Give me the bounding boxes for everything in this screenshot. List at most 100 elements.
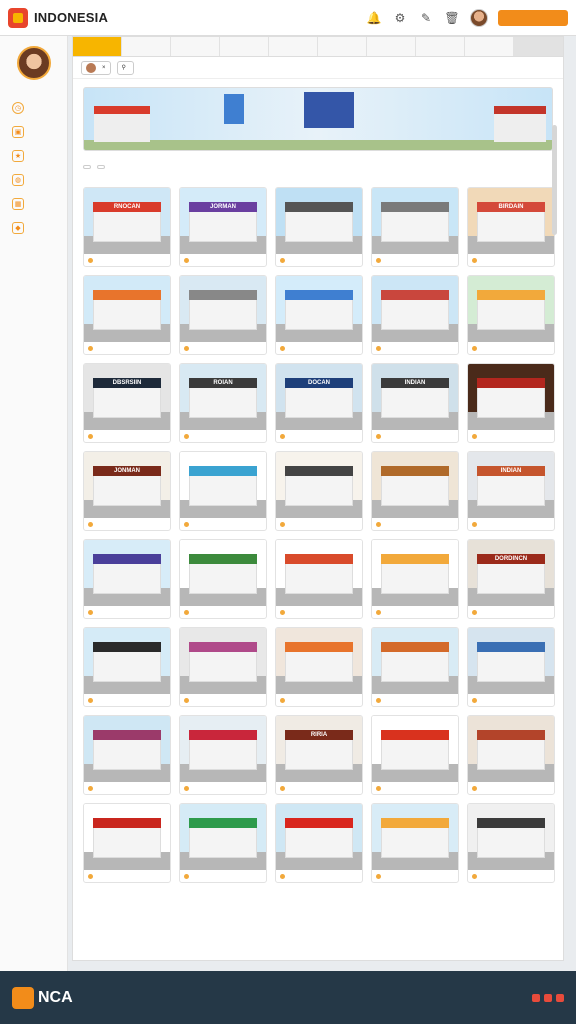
gear-icon[interactable]: ⚙	[392, 10, 408, 26]
tab-action-button[interactable]	[514, 37, 563, 56]
store-card[interactable]	[275, 187, 363, 267]
sidebar-item[interactable]: ★	[0, 146, 67, 166]
store-card[interactable]	[467, 363, 555, 443]
store-sign	[476, 290, 546, 300]
store-card[interactable]	[179, 627, 267, 707]
store-card[interactable]	[83, 275, 171, 355]
store-card[interactable]: JONMAN	[83, 451, 171, 531]
store-card[interactable]	[275, 627, 363, 707]
sort-option[interactable]	[83, 165, 91, 169]
store-card[interactable]	[371, 803, 459, 883]
grid-row: RIRIA	[83, 715, 555, 795]
store-card[interactable]	[371, 539, 459, 619]
store-card[interactable]	[371, 275, 459, 355]
store-card[interactable]	[179, 451, 267, 531]
tab-item[interactable]	[269, 37, 318, 56]
card-caption	[276, 518, 362, 530]
rating-icon	[280, 609, 285, 615]
bell-icon[interactable]: 🔔	[366, 10, 382, 26]
store-thumbnail	[276, 804, 362, 870]
store-sign	[284, 466, 354, 476]
store-card[interactable]	[179, 539, 267, 619]
store-sign	[284, 818, 354, 828]
store-card[interactable]	[371, 627, 459, 707]
store-card[interactable]	[179, 803, 267, 883]
social-icon[interactable]	[544, 993, 552, 1002]
tab-item[interactable]	[367, 37, 416, 56]
tab-item[interactable]	[122, 37, 171, 56]
store-card[interactable]: INDIAN	[467, 451, 555, 531]
social-icon[interactable]	[556, 993, 564, 1002]
store-card[interactable]	[467, 803, 555, 883]
social-icon[interactable]	[532, 993, 540, 1002]
store-card[interactable]: ROIAN	[179, 363, 267, 443]
store-card[interactable]	[83, 803, 171, 883]
banner-store	[304, 92, 354, 128]
pen-icon[interactable]: ✎	[418, 10, 434, 26]
row-label	[83, 355, 555, 363]
store-grid: RNOCAN JORMAN BIRDAIN DBSRSIIN ROIAN DOCAN IND…	[83, 179, 555, 883]
hero-banner[interactable]	[83, 87, 553, 151]
search-chip[interactable]: ⚲	[116, 60, 134, 75]
store-card[interactable]	[467, 715, 555, 795]
tab-item[interactable]	[171, 37, 220, 56]
close-icon[interactable]: ×	[102, 65, 106, 71]
store-sign	[188, 466, 258, 476]
tab-item[interactable]	[220, 37, 269, 56]
sidebar-item[interactable]: ◍	[0, 170, 67, 190]
store-card[interactable]: DBSRSIIN	[83, 363, 171, 443]
store-sign: JONMAN	[92, 466, 162, 476]
store-card[interactable]	[371, 715, 459, 795]
store-card[interactable]: RIRIA	[275, 715, 363, 795]
store-card[interactable]	[83, 539, 171, 619]
profile-avatar[interactable]	[16, 46, 51, 80]
tab-item[interactable]	[416, 37, 465, 56]
store-card[interactable]	[179, 715, 267, 795]
store-card[interactable]	[371, 451, 459, 531]
store-card[interactable]: DORDINCN	[467, 539, 555, 619]
store-sign	[92, 818, 162, 828]
camera-icon: ▣	[12, 126, 24, 138]
sort-option[interactable]	[97, 165, 105, 169]
store-card[interactable]	[275, 451, 363, 531]
store-card[interactable]: INDIAN	[371, 363, 459, 443]
rating-icon	[280, 521, 285, 527]
store-card[interactable]: JORMAN	[179, 187, 267, 267]
store-sign	[380, 642, 450, 652]
storefront	[92, 736, 162, 770]
storefront	[476, 824, 546, 858]
tab-item[interactable]	[318, 37, 367, 56]
storefront	[92, 208, 162, 242]
store-thumbnail: RIRIA	[276, 716, 362, 782]
store-thumbnail: DOCAN	[276, 364, 362, 430]
store-card[interactable]	[83, 715, 171, 795]
store-card[interactable]	[467, 627, 555, 707]
tab-item[interactable]	[73, 37, 122, 56]
trash-icon[interactable]: 🗑	[444, 10, 460, 26]
store-card[interactable]: RNOCAN	[83, 187, 171, 267]
avatar[interactable]	[470, 8, 488, 27]
store-card[interactable]: BIRDAIN	[467, 187, 555, 267]
store-sign: INDIAN	[380, 378, 450, 388]
sidebar-item[interactable]: ◷	[0, 98, 67, 118]
store-card[interactable]	[467, 275, 555, 355]
rating-icon	[280, 345, 285, 351]
store-card[interactable]: DOCAN	[275, 363, 363, 443]
store-card[interactable]	[83, 627, 171, 707]
header-cta-button[interactable]	[498, 9, 568, 26]
store-card[interactable]	[275, 539, 363, 619]
store-card[interactable]	[371, 187, 459, 267]
store-card[interactable]	[275, 803, 363, 883]
tab-item[interactable]	[465, 37, 514, 56]
globe-icon: ◍	[12, 174, 24, 186]
filter-chip[interactable]: ×	[81, 60, 111, 75]
rating-icon	[184, 873, 189, 879]
sidebar-item[interactable]: ▣	[0, 122, 67, 142]
store-thumbnail: ROIAN	[180, 364, 266, 430]
store-card[interactable]	[275, 275, 363, 355]
scrollbar[interactable]	[552, 125, 557, 235]
store-sign	[284, 554, 354, 564]
sidebar-item[interactable]: ◆	[0, 218, 67, 238]
sidebar-item[interactable]: ▦	[0, 194, 67, 214]
store-card[interactable]	[179, 275, 267, 355]
